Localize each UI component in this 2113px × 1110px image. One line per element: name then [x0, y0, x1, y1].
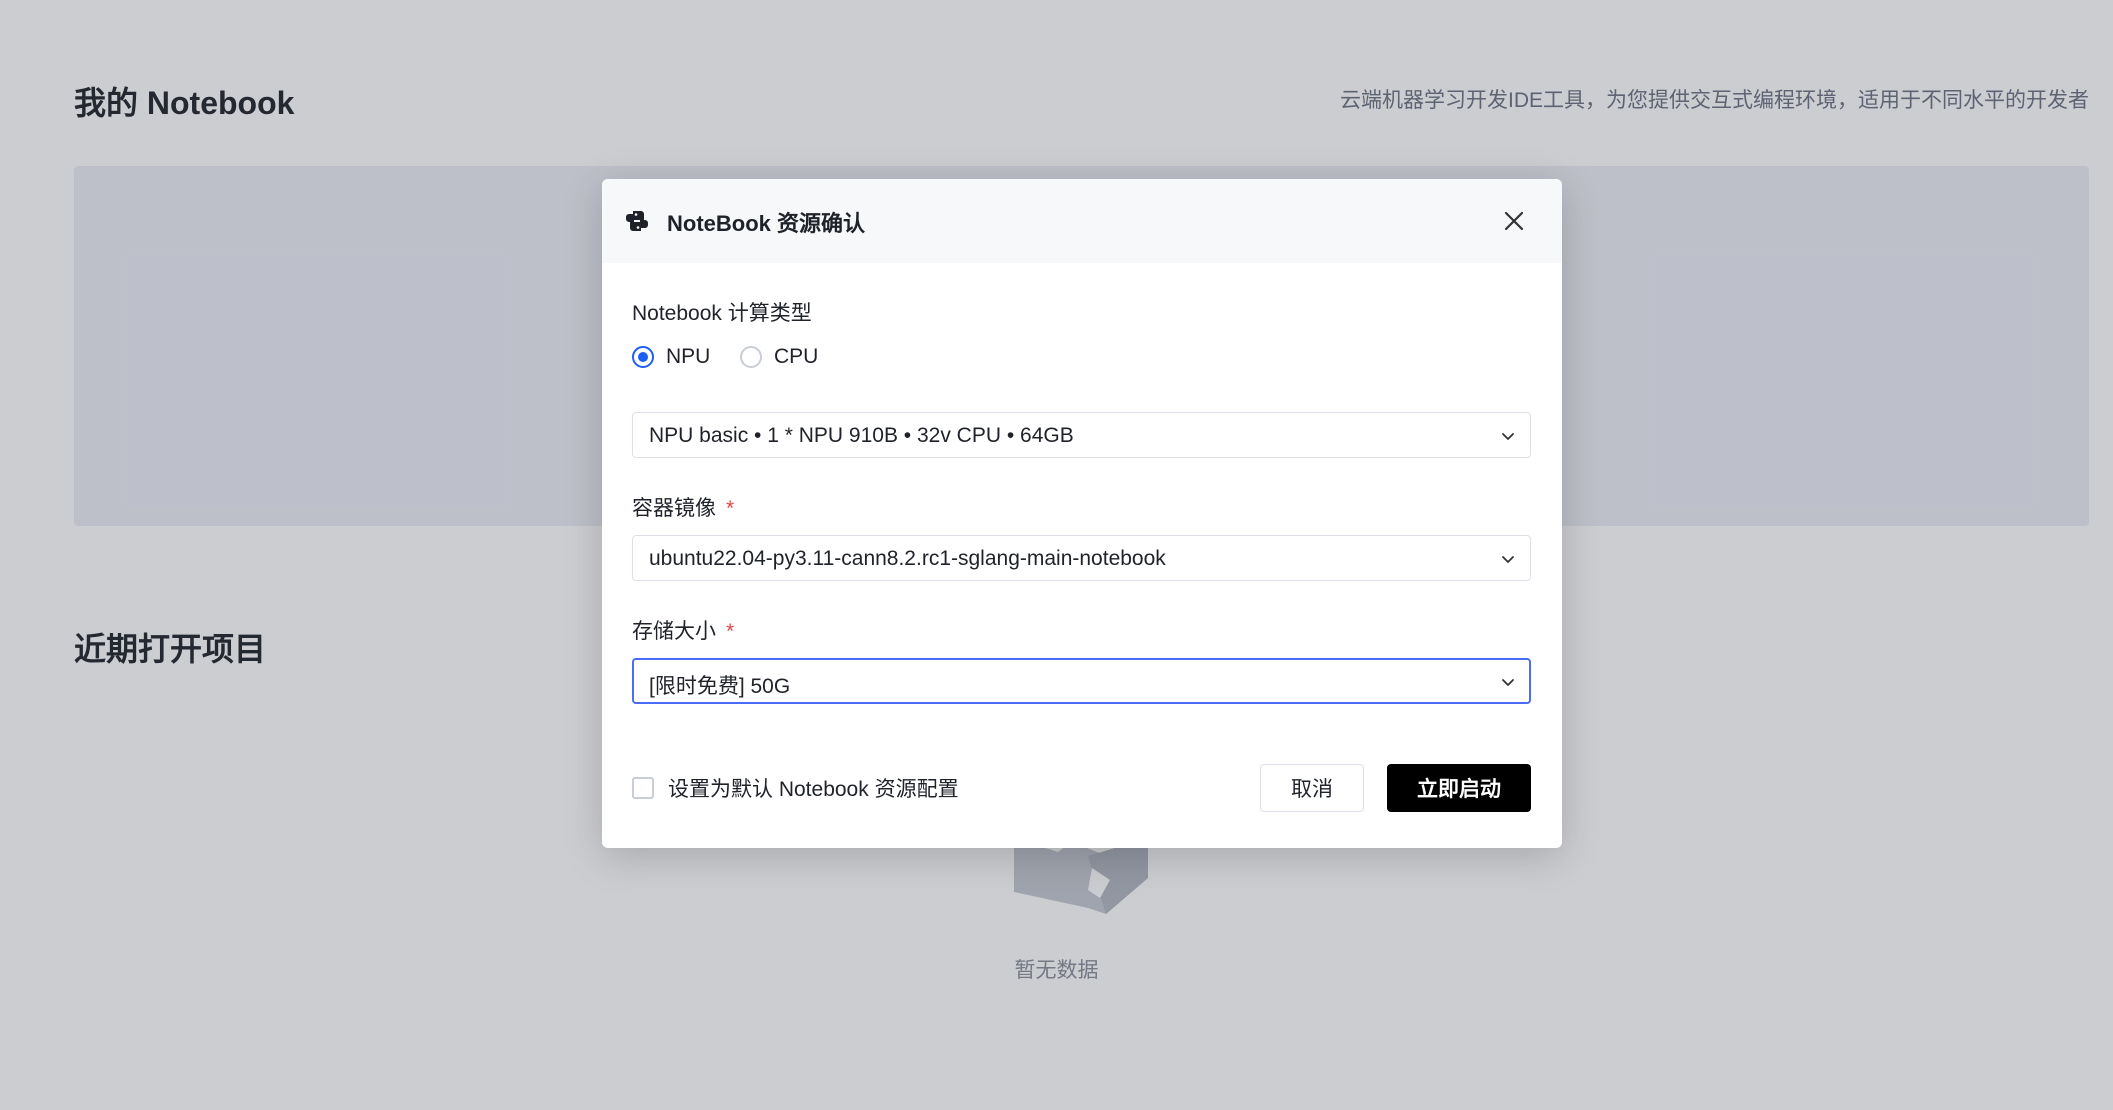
spec-select[interactable]: NPU basic • 1 * NPU 910B • 32v CPU • 64G… [632, 412, 1531, 458]
cancel-button[interactable]: 取消 [1260, 764, 1364, 812]
default-config-label[interactable]: 设置为默认 Notebook 资源配置 [668, 773, 959, 803]
radio-npu[interactable]: NPU [632, 345, 710, 369]
default-config-checkbox[interactable] [632, 777, 654, 799]
chevron-down-icon [1502, 679, 1514, 686]
image-select[interactable]: ubuntu22.04-py3.11-cann8.2.rc1-sglang-ma… [632, 535, 1531, 581]
storage-select-value: [限时免费] 50G [649, 675, 791, 698]
image-label: 容器镜像 * [632, 492, 734, 522]
start-now-button[interactable]: 立即启动 [1387, 764, 1531, 812]
radio-npu-label: NPU [666, 345, 711, 368]
close-icon[interactable] [1500, 207, 1528, 235]
radio-cpu[interactable]: CPU [740, 345, 818, 369]
python-logo-icon [626, 211, 648, 231]
dialog-header: NoteBook 资源确认 [602, 179, 1562, 263]
chevron-down-icon [1502, 556, 1514, 563]
required-mark: * [726, 620, 735, 643]
spec-select-value: NPU basic • 1 * NPU 910B • 32v CPU • 64G… [649, 424, 1074, 447]
required-mark: * [726, 497, 735, 520]
chevron-down-icon [1502, 433, 1514, 440]
compute-type-label: Notebook 计算类型 [632, 302, 812, 325]
dialog-title: NoteBook 资源确认 [667, 211, 866, 236]
radio-cpu-indicator[interactable] [740, 346, 762, 368]
image-label-text: 容器镜像 [632, 497, 716, 520]
default-config-checkbox-row[interactable]: 设置为默认 Notebook 资源配置 [632, 773, 959, 803]
storage-label-text: 存储大小 [632, 620, 716, 643]
image-select-value: ubuntu22.04-py3.11-cann8.2.rc1-sglang-ma… [649, 547, 1166, 570]
storage-label: 存储大小 * [632, 615, 734, 645]
notebook-resource-dialog: NoteBook 资源确认 Notebook 计算类型 NPU CPU NPU … [602, 179, 1562, 848]
radio-npu-indicator[interactable] [632, 346, 654, 368]
storage-select[interactable]: [限时免费] 50G [632, 658, 1531, 704]
radio-cpu-label: CPU [774, 345, 819, 368]
